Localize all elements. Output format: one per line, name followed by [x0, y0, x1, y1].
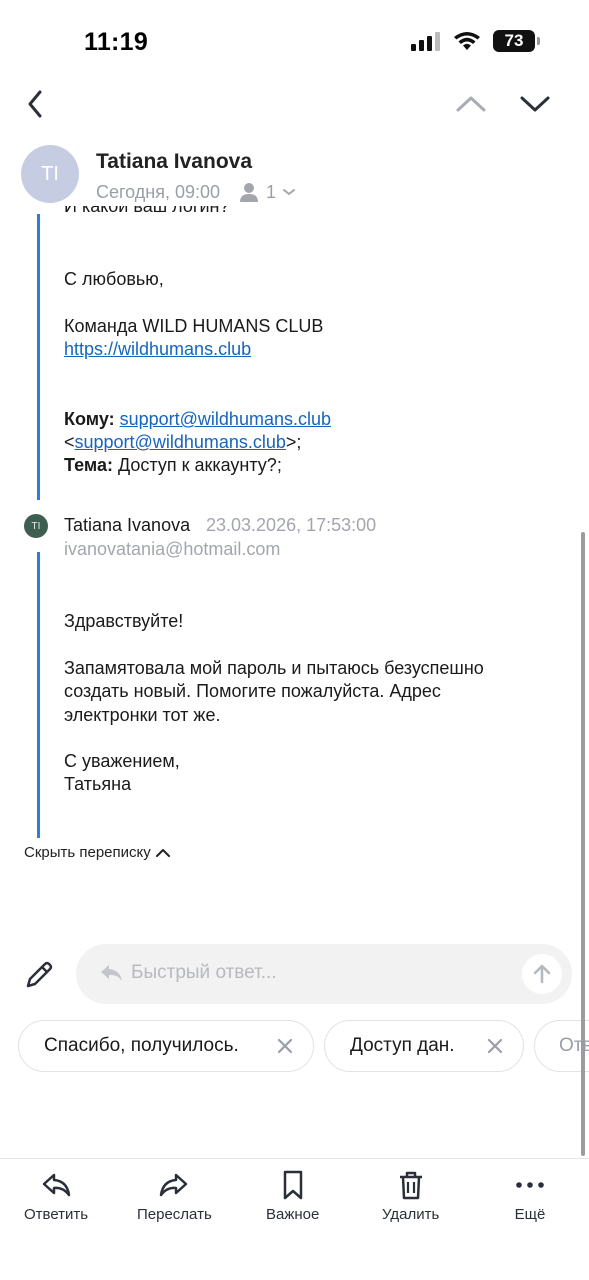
message-sender-email[interactable]: ivanovatania@hotmail.com [64, 539, 280, 560]
status-icons: 73 [411, 30, 540, 52]
send-arrow-icon [533, 964, 551, 984]
message-sender-name[interactable]: Tatiana Ivanova [64, 515, 190, 536]
subject-value: Доступ к аккаунту?; [117, 455, 282, 475]
message-body-line-2: создать новый. Помогите пожалуйста. Адре… [64, 681, 441, 701]
message-body-line-1: Запамятовала мой пароль и пытаюсь безусп… [64, 658, 484, 678]
suggestion-chip-label: Спасибо, получилось. [44, 1035, 239, 1056]
message-avatar[interactable]: TI [24, 514, 48, 538]
more-button[interactable]: Ещё [513, 1168, 547, 1223]
message-sign-line-2: Татьяна [64, 774, 132, 794]
forward-button[interactable]: Переслать [137, 1168, 212, 1223]
suggestion-chip[interactable]: Доступ дан. [324, 1020, 524, 1072]
hide-thread-label: Скрыть переписку [24, 844, 151, 861]
quick-reply-input[interactable] [131, 962, 511, 984]
message-body-line-3: электронки тот же. [64, 705, 221, 725]
forward-label: Переслать [137, 1206, 212, 1223]
chevron-up-icon [155, 848, 170, 857]
reply-icon [42, 1173, 71, 1197]
hide-thread-button[interactable]: Скрыть переписку [24, 844, 171, 861]
quoted-to-line: Кому: support@wildhumans.club [64, 408, 331, 431]
quoted-team: Команда WILD HUMANS CLUB [64, 316, 324, 336]
scrollbar[interactable] [581, 532, 585, 1156]
wifi-icon [454, 31, 480, 50]
quoted-cut-line: И какой ваш логин? [64, 206, 230, 216]
delete-button[interactable]: Удалить [382, 1168, 439, 1223]
battery-icon: 73 [493, 30, 540, 52]
delete-label: Удалить [382, 1206, 440, 1223]
close-icon[interactable] [275, 1036, 295, 1056]
bookmark-icon [283, 1170, 302, 1200]
send-button[interactable] [522, 954, 562, 994]
sender-avatar[interactable]: TI [21, 145, 79, 203]
thread-line-quoted [37, 214, 40, 500]
close-icon[interactable] [485, 1036, 505, 1056]
suggestion-chip[interactable]: Спасибо, получилось. [18, 1020, 314, 1072]
sender-name[interactable]: Tatiana Ivanova [96, 150, 252, 174]
pencil-icon[interactable] [22, 958, 56, 992]
message-date: Сегодня, 09:00 [96, 181, 221, 202]
more-dots-icon [516, 1182, 544, 1188]
to-email-link[interactable]: support@wildhumans.club [120, 409, 331, 429]
recipients-count: 1 [266, 181, 277, 202]
status-time: 11:19 [84, 28, 149, 56]
message-sign-line-1: С уважением, [64, 751, 180, 771]
reply-button[interactable]: Ответить [24, 1168, 88, 1223]
cellular-signal-icon [411, 32, 440, 51]
message-date-time: 23.03.2026, 17:53:00 [206, 515, 377, 535]
important-label: Важное [266, 1206, 320, 1223]
forward-icon [160, 1173, 188, 1197]
to-label: Кому: [64, 409, 115, 429]
thread-line-message [37, 552, 40, 838]
up-chevron-icon[interactable] [454, 92, 488, 116]
quick-reply-bar [76, 944, 572, 1004]
quoted-subject-line: Тема: Доступ к аккаунту?; [64, 454, 282, 477]
important-button[interactable]: Важное [266, 1168, 319, 1223]
person-icon [240, 183, 259, 202]
toolbar-divider [0, 1158, 589, 1159]
subject-label: Тема: [64, 455, 113, 475]
quoted-site-link[interactable]: https://wildhumans.club [64, 338, 251, 361]
suggestion-chip-label: Доступ дан. [350, 1035, 455, 1056]
to-email-link-2[interactable]: support@wildhumans.club [75, 432, 286, 452]
reply-arrow-icon [101, 965, 122, 981]
down-chevron-icon[interactable] [518, 92, 552, 116]
quoted-to-line-2: <support@wildhumans.club>; [64, 432, 302, 452]
sender-meta[interactable]: Сегодня, 09:00 1 [96, 181, 296, 203]
message-greeting: Здравствуйте! [64, 611, 184, 631]
quoted-greeting: С любовью, [64, 269, 164, 289]
back-chevron-icon[interactable] [22, 86, 54, 122]
chevron-down-icon [283, 189, 296, 196]
reply-label: Ответить [24, 1206, 89, 1223]
more-label: Ещё [514, 1206, 546, 1223]
trash-icon [399, 1171, 422, 1200]
